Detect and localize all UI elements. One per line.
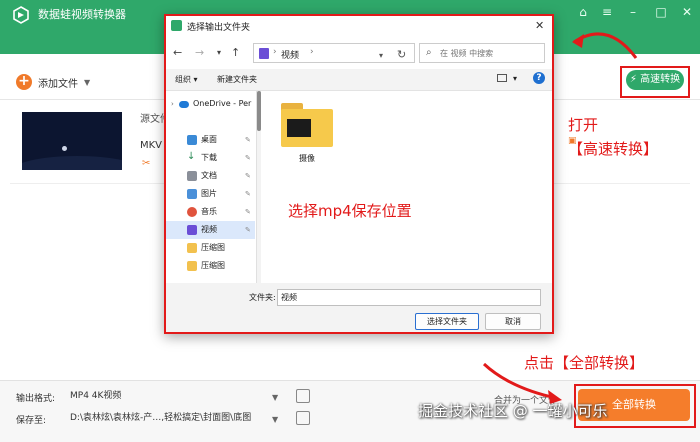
add-file-button[interactable]: + 添加文件 ▼	[16, 73, 90, 91]
output-format-select[interactable]: MP4 4K视频	[66, 387, 280, 405]
annotation-open: 打开	[568, 116, 599, 134]
close-icon[interactable]: ✕	[678, 4, 696, 20]
folder-open-icon[interactable]	[296, 411, 310, 425]
app-title: 数据蛙视频转换器	[38, 8, 126, 21]
maximize-icon[interactable]: □	[652, 4, 670, 20]
edit-icon[interactable]: ✂	[142, 158, 150, 169]
annotation-choose-location: 选择mp4保存位置	[288, 202, 412, 220]
save-path-field[interactable]: D:\袁林炫\袁林炫-产…,轻松搞定\封面图\底图	[66, 409, 280, 427]
moon-shape	[62, 146, 67, 151]
app-logo-icon	[13, 6, 29, 24]
chevron-down-icon[interactable]: ▼	[84, 78, 90, 87]
source-format: MKV	[140, 140, 163, 151]
chevron-down-icon[interactable]: ▼	[272, 393, 278, 402]
hill-shape	[22, 156, 122, 170]
annotation-convert-all: 点击【全部转换】	[524, 354, 645, 372]
plus-icon: +	[16, 74, 32, 90]
video-thumbnail[interactable]	[22, 112, 122, 170]
arrow-to-high-speed-icon	[572, 32, 638, 59]
chevron-down-icon[interactable]: ▼	[272, 415, 278, 424]
save-to-label: 保存至:	[16, 416, 47, 426]
minimize-icon[interactable]: –	[624, 4, 642, 20]
settings-icon[interactable]	[296, 389, 310, 403]
high-speed-highlight-box	[620, 66, 690, 98]
output-format-label: 输出格式:	[16, 394, 56, 404]
menu-icon[interactable]: ≡	[598, 4, 616, 20]
dialog-highlight-box	[164, 14, 554, 334]
watermark: 掘金技术社区 @ 一罐小可乐	[418, 402, 608, 420]
skin-icon[interactable]: ⌂	[574, 4, 592, 20]
annotation-high-speed: 【高速转换】	[568, 140, 659, 158]
add-file-label: 添加文件	[38, 78, 78, 90]
